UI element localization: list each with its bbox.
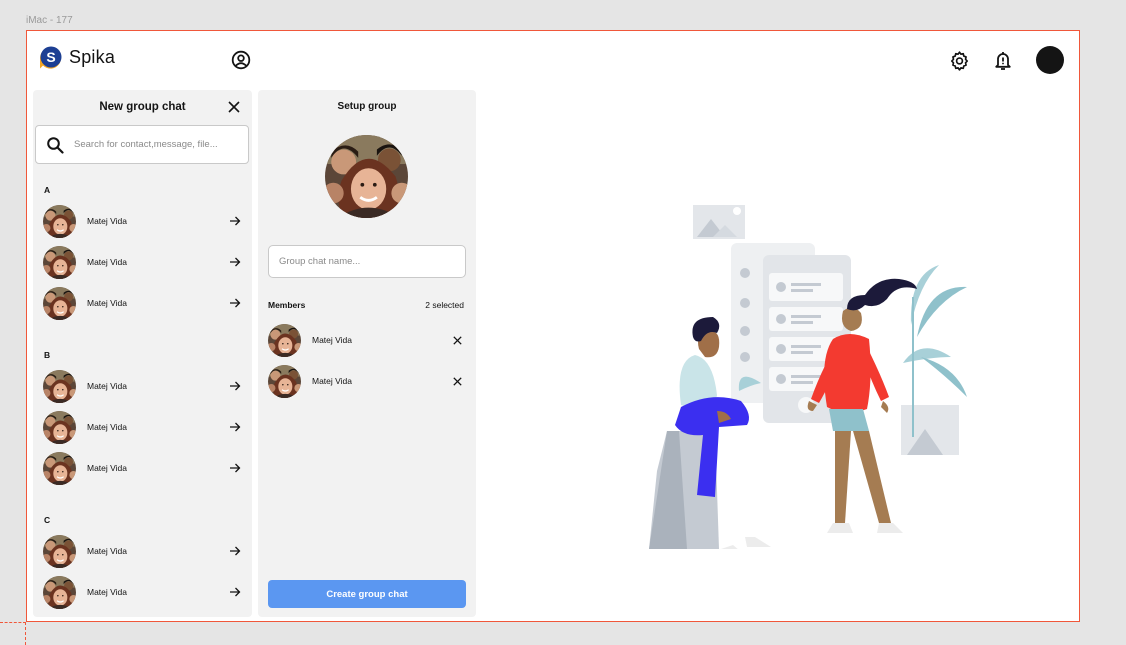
contact-name: Matej Vida xyxy=(87,587,128,597)
empty-state-illustration xyxy=(649,205,967,549)
bell-alert-icon[interactable] xyxy=(993,50,1013,71)
contact-name: Matej Vida xyxy=(87,216,128,226)
contact-photo xyxy=(43,452,76,485)
arrow-right-icon[interactable] xyxy=(229,216,241,226)
contact-name: Matej Vida xyxy=(87,298,128,308)
svg-text:S: S xyxy=(46,49,55,65)
panel-title: New group chat xyxy=(99,101,186,113)
panel-title: Setup group xyxy=(337,101,397,112)
search-field[interactable] xyxy=(35,125,249,164)
arrow-right-icon[interactable] xyxy=(229,587,241,597)
guide-line xyxy=(25,622,26,645)
user-avatar[interactable] xyxy=(1036,46,1064,74)
contact-row[interactable]: Matej Vida xyxy=(43,369,243,403)
contact-photo xyxy=(43,287,76,320)
contact-photo xyxy=(43,576,76,609)
new-group-chat-panel: New group chat A Matej Vida Matej Vida M… xyxy=(33,90,252,617)
contact-row[interactable]: Matej Vida xyxy=(43,204,243,238)
member-row: Matej Vida xyxy=(268,364,466,398)
search-icon xyxy=(47,136,64,154)
contact-row[interactable]: Matej Vida xyxy=(43,534,243,568)
member-row: Matej Vida xyxy=(268,323,466,357)
group-name-input[interactable] xyxy=(269,246,465,277)
search-input[interactable] xyxy=(74,139,234,150)
remove-member-icon[interactable] xyxy=(453,335,462,345)
contact-photo xyxy=(43,205,76,238)
contact-row[interactable]: Matej Vida xyxy=(43,286,243,320)
arrow-right-icon[interactable] xyxy=(229,298,241,308)
contact-row[interactable]: Matej Vida xyxy=(43,451,243,485)
contact-row[interactable]: Matej Vida xyxy=(43,575,243,609)
member-name: Matej Vida xyxy=(312,376,353,386)
contact-photo xyxy=(43,411,76,444)
contact-photo xyxy=(43,246,76,279)
section-letter: C xyxy=(44,515,51,525)
group-photo[interactable] xyxy=(325,135,408,218)
member-name: Matej Vida xyxy=(312,335,353,345)
selected-count: 2 selected xyxy=(425,300,464,310)
arrow-right-icon[interactable] xyxy=(229,381,241,391)
contact-name: Matej Vida xyxy=(87,381,128,391)
contact-name: Matej Vida xyxy=(87,422,128,432)
group-name-field[interactable] xyxy=(268,245,466,278)
setup-group-panel: Setup group Members 2 selected Matej Vid… xyxy=(258,90,476,617)
remove-member-icon[interactable] xyxy=(453,376,462,386)
app-window: S Spika New group chat A xyxy=(26,30,1080,622)
contact-photo xyxy=(43,535,76,568)
members-label: Members xyxy=(268,300,306,310)
gear-icon[interactable] xyxy=(949,50,970,71)
app-logo[interactable]: S Spika xyxy=(38,45,115,70)
member-photo xyxy=(268,324,301,357)
member-photo xyxy=(268,365,301,398)
spika-logo-icon: S xyxy=(40,46,62,69)
contact-row[interactable]: Matej Vida xyxy=(43,245,243,279)
contact-name: Matej Vida xyxy=(87,463,128,473)
frame-label: iMac - 177 xyxy=(26,15,73,26)
contact-name: Matej Vida xyxy=(87,257,128,267)
create-group-chat-button[interactable]: Create group chat xyxy=(268,580,466,608)
user-circle-icon[interactable] xyxy=(231,50,251,70)
contact-name: Matej Vida xyxy=(87,546,128,556)
close-icon[interactable] xyxy=(228,101,240,113)
arrow-right-icon[interactable] xyxy=(229,546,241,556)
app-name: Spika xyxy=(69,47,116,67)
arrow-right-icon[interactable] xyxy=(229,422,241,432)
section-letter: B xyxy=(44,350,51,360)
section-letter: A xyxy=(44,185,51,195)
arrow-right-icon[interactable] xyxy=(229,257,241,267)
arrow-right-icon[interactable] xyxy=(229,463,241,473)
contact-photo xyxy=(43,370,76,403)
guide-line xyxy=(0,622,26,623)
contact-row[interactable]: Matej Vida xyxy=(43,410,243,444)
